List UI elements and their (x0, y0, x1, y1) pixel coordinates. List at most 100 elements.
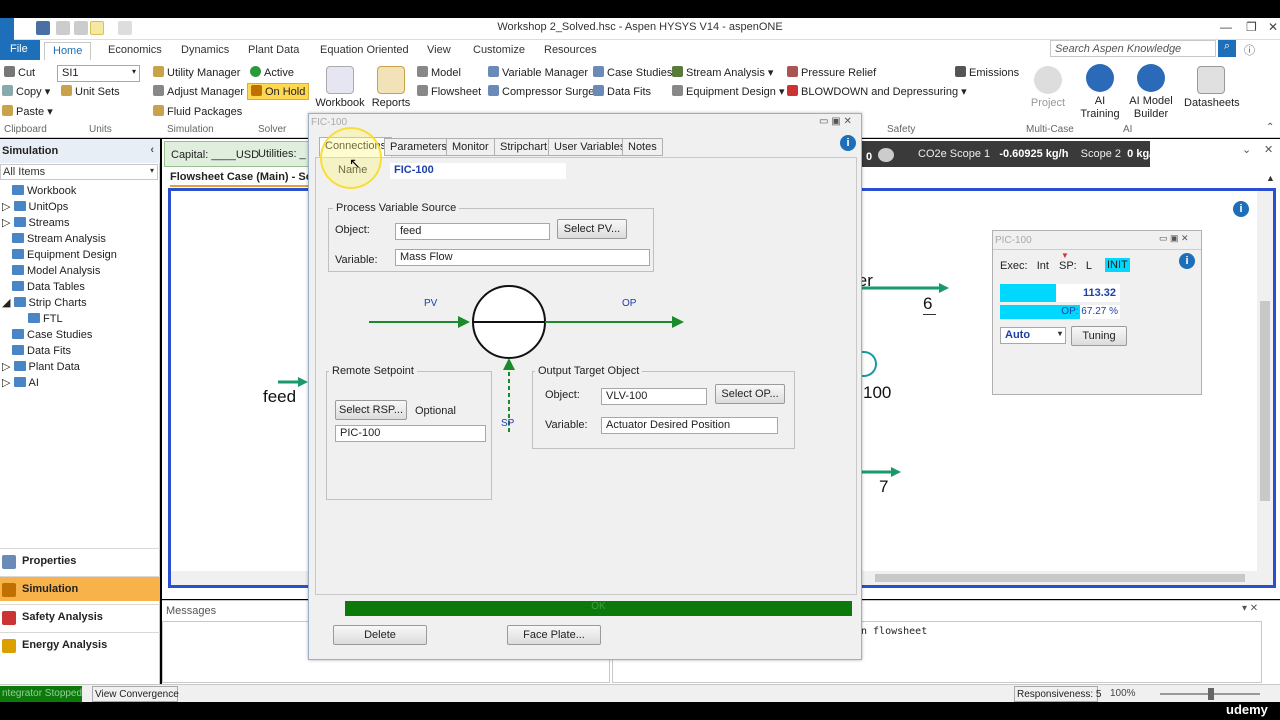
close-icon[interactable]: ✕ (1268, 20, 1278, 34)
integrator-status: ntegrator Stopped (0, 686, 82, 702)
workbook-button[interactable]: Workbook (314, 66, 366, 110)
face-plate-button[interactable]: Face Plate... (507, 625, 601, 645)
model-button[interactable]: Model (417, 66, 461, 79)
nav-filter-select[interactable]: All Items ▾ (0, 164, 158, 180)
flowsheet-tab[interactable]: Flowsheet Case (Main) - Sol (170, 171, 310, 187)
unit-100-label[interactable]: 100 (863, 383, 891, 403)
cut-button[interactable]: Cut (4, 66, 35, 79)
pin-icon[interactable]: ▾ ✕ (1242, 603, 1258, 614)
tree-item-plant-data[interactable]: ▷ Plant Data (0, 359, 160, 375)
tab-resources[interactable]: Resources (536, 42, 605, 60)
compressor-surge-button[interactable]: Compressor Surge (488, 85, 594, 98)
nav-safety-analysis-button[interactable]: Safety Analysis (0, 604, 160, 629)
unit-set-select[interactable]: SI1 ▾ (57, 65, 140, 82)
tab-notes[interactable]: Notes (622, 138, 663, 156)
tab-parameters[interactable]: Parameters (384, 138, 453, 156)
tab-view[interactable]: View (419, 42, 459, 60)
tree-item-strip-charts[interactable]: ◢ Strip Charts (0, 295, 160, 311)
on-hold-button[interactable]: On Hold (247, 83, 310, 100)
reports-button[interactable]: Reports (370, 66, 412, 110)
tree-item-workbook[interactable]: Workbook (0, 183, 160, 199)
adjust-manager-button[interactable]: Adjust Manager (153, 85, 244, 98)
op-variable-field[interactable]: Actuator Desired Position (601, 417, 778, 434)
select-op-button[interactable]: Select OP... (715, 384, 785, 404)
file-tab[interactable]: File (0, 40, 40, 60)
op-object-field[interactable]: VLV-100 (601, 388, 707, 405)
tree-item-data-fits[interactable]: Data Fits (0, 343, 160, 359)
dialog-window-controls[interactable]: ▭ ▣ ✕ (819, 116, 852, 127)
active-button[interactable]: Active (250, 66, 294, 79)
data-fits-button[interactable]: Data Fits (593, 85, 651, 98)
feed-stream-label[interactable]: feed (263, 387, 296, 407)
nav-energy-analysis-button[interactable]: Energy Analysis (0, 632, 160, 657)
select-rsp-button[interactable]: Select RSP... (335, 400, 407, 420)
close-panel-icon[interactable]: ✕ (1264, 143, 1273, 156)
tree-item-model-analysis[interactable]: Model Analysis (0, 263, 160, 279)
faceplate-pic-100[interactable]: PIC-100 ▭ ▣ ✕ Exec: Int SP: L ▼ INIT i 1… (992, 230, 1202, 395)
collapse-ribbon-icon[interactable]: ⌃ (1266, 122, 1274, 133)
tuning-button[interactable]: Tuning (1071, 326, 1127, 346)
flowsheet-button[interactable]: Flowsheet (417, 85, 481, 98)
tab-equation-oriented[interactable]: Equation Oriented (312, 42, 417, 60)
tree-item-stream-analysis[interactable]: Stream Analysis (0, 231, 160, 247)
tree-item-case-studies[interactable]: Case Studies (0, 327, 160, 343)
minimize-icon[interactable]: — (1220, 20, 1232, 34)
responsiveness-indicator[interactable]: Responsiveness: 5 (1014, 686, 1102, 702)
tab-customize[interactable]: Customize (465, 42, 533, 60)
ai-model-builder-button[interactable]: AI Model Builder (1126, 64, 1176, 121)
variable-manager-button[interactable]: Variable Manager (488, 66, 588, 79)
chevron-down-icon[interactable]: ⌄ (1242, 143, 1251, 156)
equipment-design-button[interactable]: Equipment Design ▾ (672, 85, 784, 98)
pv-variable-field[interactable]: Mass Flow (395, 249, 650, 266)
mode-select[interactable]: Auto ▾ (1000, 327, 1066, 344)
copy-button[interactable]: Copy ▾ (2, 85, 50, 98)
tree-item-data-tables[interactable]: Data Tables (0, 279, 160, 295)
view-convergence-button[interactable]: View Convergence (92, 686, 179, 702)
nav-simulation-button[interactable]: Simulation (0, 576, 160, 601)
status-bar: ntegrator Stopped View Convergence Respo… (0, 684, 1280, 702)
utility-manager-button[interactable]: Utility Manager (153, 66, 240, 79)
unit-sets-button[interactable]: Unit Sets (61, 85, 120, 98)
emissions-button[interactable]: Emissions (955, 66, 1019, 79)
faceplate-info-icon[interactable]: i (1179, 253, 1195, 269)
stream-6-label[interactable]: 6 (923, 294, 937, 315)
tree-item-equipment-design[interactable]: Equipment Design (0, 247, 160, 263)
paste-button[interactable]: Paste ▾ (2, 105, 53, 118)
blowdown-button[interactable]: BLOWDOWN and Depressuring ▾ (787, 85, 967, 98)
tree-item-unitops[interactable]: ▷ UnitOps (0, 199, 160, 215)
tab-user-variables[interactable]: User Variables (548, 138, 632, 156)
help-icon[interactable]: ⓘ (1244, 42, 1255, 58)
nav-properties-button[interactable]: Properties (0, 548, 160, 573)
tab-home[interactable]: Home (44, 42, 92, 60)
search-icon[interactable]: ⌕ (1218, 40, 1236, 57)
rsp-field[interactable]: PIC-100 (335, 425, 486, 442)
tab-monitor[interactable]: Monitor (446, 138, 495, 156)
zoom-slider[interactable] (1160, 688, 1260, 700)
stream-analysis-button[interactable]: Stream Analysis ▾ (672, 66, 773, 79)
tree-item-ftl[interactable]: FTL (0, 311, 160, 327)
info-icon[interactable]: i (1233, 201, 1249, 217)
select-pv-button[interactable]: Select PV... (557, 219, 627, 239)
pv-object-field[interactable]: feed (395, 223, 550, 240)
tab-stripchart[interactable]: Stripchart (494, 138, 554, 156)
case-studies-button[interactable]: Case Studies (593, 66, 672, 79)
vertical-scrollbar[interactable] (1257, 191, 1273, 585)
delete-button[interactable]: Delete (333, 625, 427, 645)
dialog-info-icon[interactable]: i (840, 135, 856, 151)
faceplate-window-controls[interactable]: ▭ ▣ ✕ (1159, 233, 1189, 244)
maximize-icon[interactable]: ❐ (1246, 20, 1257, 34)
tree-item-ai[interactable]: ▷ AI (0, 375, 160, 391)
tab-plant-data[interactable]: Plant Data (240, 42, 307, 60)
search-input[interactable]: Search Aspen Knowledge (1050, 40, 1216, 57)
project-button[interactable]: Project (1028, 66, 1068, 110)
pressure-relief-button[interactable]: Pressure Relief (787, 66, 876, 79)
stream-7-label[interactable]: 7 (879, 477, 888, 497)
tree-item-streams[interactable]: ▷ Streams (0, 215, 160, 231)
scroll-up-icon[interactable]: ▲ (1266, 173, 1275, 183)
name-field[interactable]: FIC-100 (390, 163, 566, 179)
tab-economics[interactable]: Economics (100, 42, 170, 60)
ai-training-button[interactable]: AI Training (1078, 64, 1122, 121)
tab-dynamics[interactable]: Dynamics (173, 42, 237, 60)
datasheets-button[interactable]: Datasheets (1184, 66, 1240, 110)
fluid-packages-button[interactable]: Fluid Packages (153, 105, 242, 118)
